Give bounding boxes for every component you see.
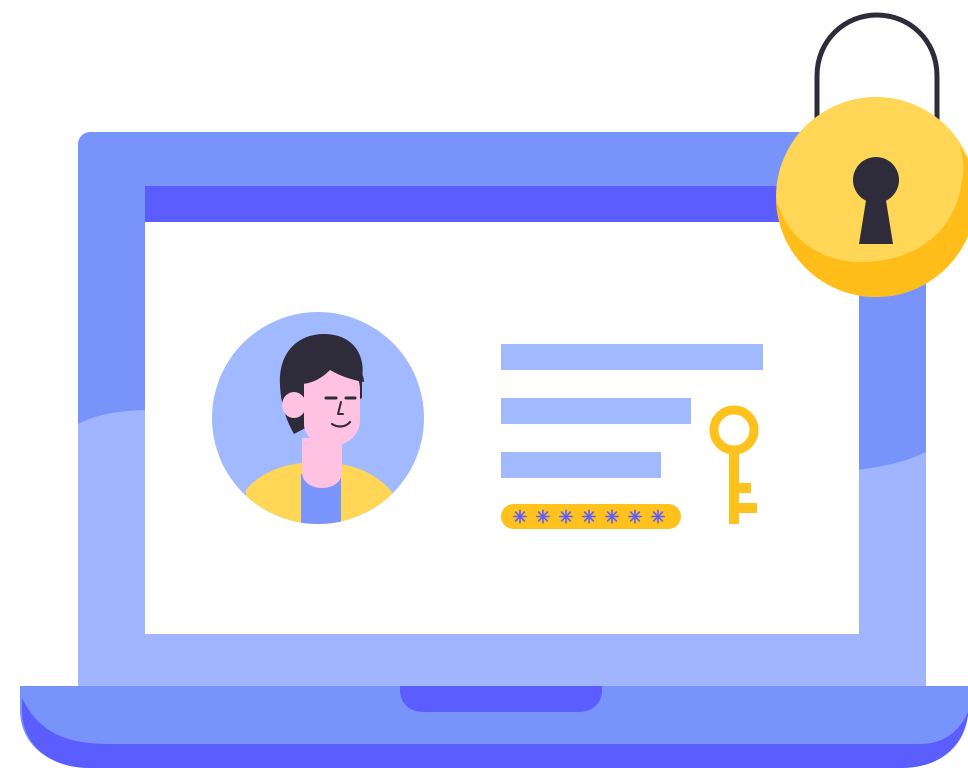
security-illustration <box>0 0 968 768</box>
padlock-icon <box>776 12 968 297</box>
form-line-3 <box>501 452 661 478</box>
key-shaft <box>729 449 739 524</box>
laptop-login-security-illustration <box>20 12 968 768</box>
screen-header-bar <box>145 186 859 222</box>
form-line-1 <box>501 344 763 370</box>
form-line-2 <box>501 398 691 424</box>
key-tooth-2 <box>739 503 757 513</box>
key-tooth-1 <box>739 483 751 493</box>
laptop-notch <box>400 686 602 712</box>
password-field-icon <box>501 504 681 529</box>
password-mask-star <box>558 509 574 524</box>
password-mask-star <box>604 509 620 524</box>
password-mask-star <box>512 509 528 524</box>
password-mask-star <box>627 509 643 524</box>
password-mask-star <box>650 509 666 524</box>
password-mask-star <box>535 509 551 524</box>
password-mask-star <box>581 509 597 524</box>
avatar-ear <box>282 392 306 418</box>
